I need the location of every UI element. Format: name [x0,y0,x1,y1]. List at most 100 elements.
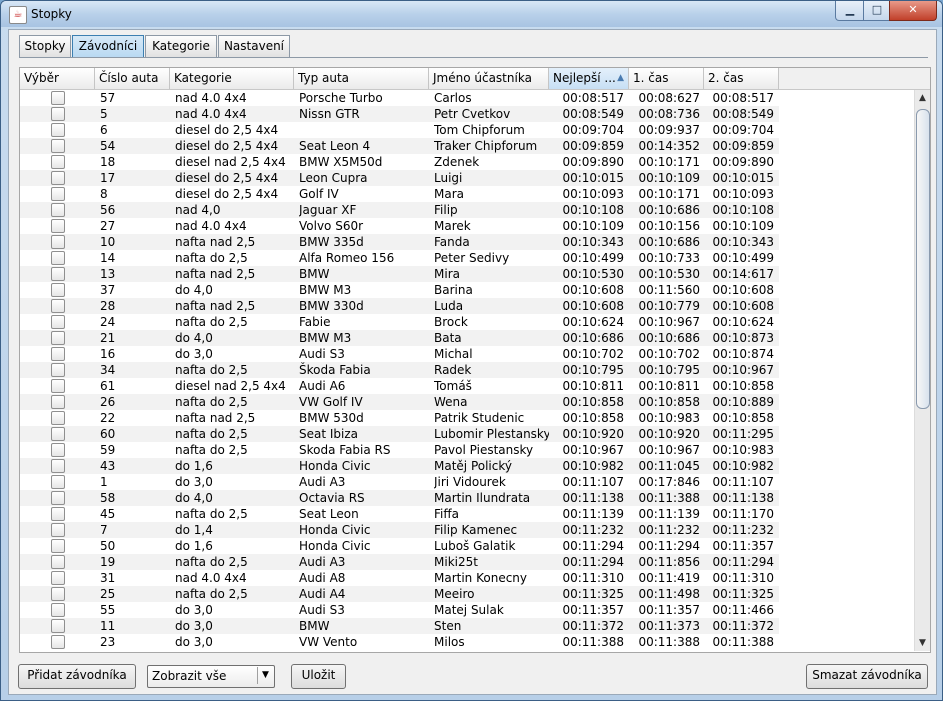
tab-stopky[interactable]: Stopky [19,35,71,57]
cell-category[interactable]: do 4,0 [175,282,293,298]
cell-car-type[interactable]: Alfa Romeo 156 [299,250,429,266]
cell-second-time[interactable]: 00:10:982 [706,458,774,474]
cell-participant[interactable]: Radek [434,362,549,378]
cell-best-time[interactable]: 00:10:795 [551,362,624,378]
select-checkbox[interactable] [51,555,65,569]
maximize-button[interactable]: □ [863,1,891,21]
cell-participant[interactable]: Zdenek [434,154,549,170]
cell-car-number[interactable]: 55 [100,602,170,618]
cell-category[interactable]: nad 4,0 [175,202,293,218]
cell-participant[interactable]: Marek [434,218,549,234]
cell-car-type[interactable]: Audi A4 [299,586,429,602]
select-checkbox[interactable] [51,123,65,137]
cell-second-time[interactable]: 00:08:549 [706,106,774,122]
cell-best-time[interactable]: 00:10:608 [551,298,624,314]
table-row[interactable]: 19 nafta do 2,5 Audi A3 Miki25t 00:11:294 00:… [20,554,779,570]
cell-best-time[interactable]: 00:11:107 [551,474,624,490]
cell-first-time[interactable]: 00:11:357 [631,602,700,618]
cell-car-number[interactable]: 58 [100,490,170,506]
table-row[interactable]: 59 nafta do 2,5 Skoda Fabia RS Pavol Piesta… [20,442,779,458]
cell-car-number[interactable]: 18 [100,154,170,170]
table-row[interactable]: 57 nad 4.0 4x4 Porsche Turbo Carlos 00:08:51… [20,90,779,106]
cell-car-number[interactable]: 1 [100,474,170,490]
cell-car-number[interactable]: 14 [100,250,170,266]
select-checkbox[interactable] [51,379,65,393]
close-button[interactable]: ✕ [889,1,937,21]
cell-car-number[interactable]: 45 [100,506,170,522]
cell-car-type[interactable]: Audi S3 [299,602,429,618]
select-checkbox[interactable] [51,107,65,121]
cell-best-time[interactable]: 00:11:357 [551,602,624,618]
cell-best-time[interactable]: 00:11:372 [551,618,624,634]
column-header-first-time[interactable]: 1. čas [629,68,704,89]
cell-participant[interactable]: Wena [434,394,549,410]
cell-second-time[interactable]: 00:11:295 [706,426,774,442]
cell-car-number[interactable]: 16 [100,346,170,362]
cell-first-time[interactable]: 00:11:560 [631,282,700,298]
cell-category[interactable]: nafta nad 2,5 [175,298,293,314]
table-row[interactable]: 50 do 1,6 Honda Civic Luboš Galatik 00:11:29… [20,538,779,554]
select-checkbox[interactable] [51,491,65,505]
cell-car-type[interactable]: VW Vento [299,634,429,650]
cell-category[interactable]: nafta do 2,5 [175,586,293,602]
table-row[interactable]: 37 do 4,0 BMW M3 Barina 00:10:608 00:11:560 00… [20,282,779,298]
filter-select[interactable]: Zobrazit vše ▼ [147,665,275,688]
cell-participant[interactable]: Milos [434,634,549,650]
cell-category[interactable]: nad 4.0 4x4 [175,90,293,106]
cell-car-number[interactable]: 17 [100,170,170,186]
select-checkbox[interactable] [51,539,65,553]
cell-participant[interactable]: Pavol Piestansky [434,442,549,458]
cell-car-number[interactable]: 21 [100,330,170,346]
select-checkbox[interactable] [51,331,65,345]
cell-second-time[interactable]: 00:10:109 [706,218,774,234]
select-checkbox[interactable] [51,507,65,521]
column-header-car-type[interactable]: Typ auta [294,68,429,89]
cell-second-time[interactable]: 00:10:983 [706,442,774,458]
cell-car-type[interactable]: Audi A6 [299,378,429,394]
cell-car-type[interactable]: Honda Civic [299,522,429,538]
cell-category[interactable]: nad 4.0 4x4 [175,218,293,234]
cell-first-time[interactable]: 00:08:736 [631,106,700,122]
cell-category[interactable]: nafta nad 2,5 [175,266,293,282]
cell-car-number[interactable]: 34 [100,362,170,378]
cell-car-number[interactable]: 10 [100,234,170,250]
select-checkbox[interactable] [51,315,65,329]
select-checkbox[interactable] [51,155,65,169]
cell-car-number[interactable]: 28 [100,298,170,314]
cell-first-time[interactable]: 00:10:171 [631,186,700,202]
table-row[interactable]: 54 diesel do 2,5 4x4 Seat Leon 4 Traker Chi… [20,138,779,154]
table-row[interactable]: 6 diesel do 2,5 4x4 Tom Chipforum 00:09:704… [20,122,779,138]
select-checkbox[interactable] [51,523,65,537]
select-checkbox[interactable] [51,219,65,233]
cell-first-time[interactable]: 00:10:530 [631,266,700,282]
table-row[interactable]: 17 diesel do 2,5 4x4 Leon Cupra Luigi 00:10:… [20,170,779,186]
cell-car-number[interactable]: 13 [100,266,170,282]
table-row[interactable]: 23 do 3,0 VW Vento Milos 00:11:388 00:11:388 0… [20,634,779,650]
cell-first-time[interactable]: 00:11:498 [631,586,700,602]
table-row[interactable]: 7 do 1,4 Honda Civic Filip Kamenec 00:11:232… [20,522,779,538]
table-row[interactable]: 1 do 3,0 Audi A3 Jiri Vidourek 00:11:107 00:1… [20,474,779,490]
cell-category[interactable]: do 3,0 [175,634,293,650]
cell-participant[interactable]: Mira [434,266,549,282]
cell-participant[interactable]: Carlos [434,90,549,106]
cell-first-time[interactable]: 00:10:686 [631,234,700,250]
cell-first-time[interactable]: 00:11:045 [631,458,700,474]
cell-category[interactable]: nafta do 2,5 [175,442,293,458]
cell-best-time[interactable]: 00:10:702 [551,346,624,362]
cell-best-time[interactable]: 00:11:232 [551,522,624,538]
cell-best-time[interactable]: 00:08:549 [551,106,624,122]
cell-second-time[interactable]: 00:11:325 [706,586,774,602]
cell-car-number[interactable]: 8 [100,186,170,202]
cell-category[interactable]: nafta nad 2,5 [175,234,293,250]
cell-best-time[interactable]: 00:10:920 [551,426,624,442]
cell-participant[interactable]: Filip [434,202,549,218]
cell-car-type[interactable]: BMW M3 [299,282,429,298]
cell-best-time[interactable]: 00:09:704 [551,122,624,138]
cell-category[interactable]: nad 4.0 4x4 [175,106,293,122]
select-checkbox[interactable] [51,427,65,441]
cell-participant[interactable]: Peter Sedivy [434,250,549,266]
cell-car-type[interactable] [299,122,429,138]
cell-second-time[interactable]: 00:11:107 [706,474,774,490]
cell-second-time[interactable]: 00:10:967 [706,362,774,378]
cell-second-time[interactable]: 00:10:499 [706,250,774,266]
